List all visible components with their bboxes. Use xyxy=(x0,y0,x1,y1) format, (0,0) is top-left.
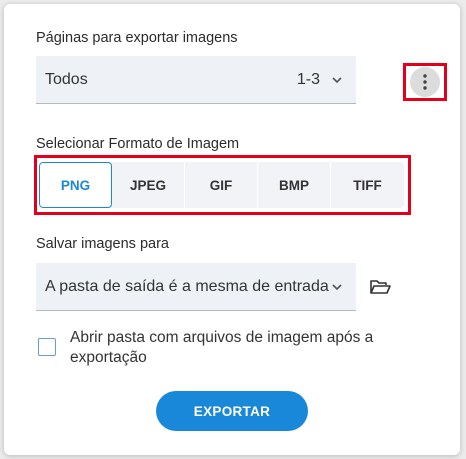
chevron-down-icon xyxy=(332,283,342,290)
chevron-down-icon xyxy=(332,76,342,83)
folder-open-icon[interactable] xyxy=(369,278,391,296)
format-option-gif[interactable]: GIF xyxy=(185,162,258,208)
pages-selected-value: Todos xyxy=(45,70,88,88)
format-label: Selecionar Formato de Imagem xyxy=(36,136,240,152)
more-options-button[interactable] xyxy=(410,67,440,97)
open-folder-label: Abrir pasta com arquivos de imagem após … xyxy=(70,329,374,366)
format-option-tiff[interactable]: TIFF xyxy=(331,162,404,208)
save-location-select[interactable]: A pasta de saída é a mesma de entrada xyxy=(36,263,356,311)
pages-label: Páginas para exportar imagens xyxy=(36,30,238,46)
save-location-value: A pasta de saída é a mesma de entrada xyxy=(45,277,329,295)
format-selector: PNG JPEG GIF BMP TIFF xyxy=(39,162,404,208)
format-option-png[interactable]: PNG xyxy=(39,162,112,208)
open-folder-checkbox[interactable] xyxy=(38,338,56,356)
more-vertical-icon xyxy=(423,74,427,90)
pages-range: 1-3 xyxy=(296,70,320,88)
export-button[interactable]: EXPORTAR xyxy=(156,391,308,431)
export-images-panel: Páginas para exportar imagens Todos 1-3 … xyxy=(4,4,460,455)
save-label: Salvar imagens para xyxy=(36,236,169,252)
format-option-bmp[interactable]: BMP xyxy=(258,162,331,208)
format-option-jpeg[interactable]: JPEG xyxy=(112,162,185,208)
pages-select[interactable]: Todos 1-3 xyxy=(36,56,356,104)
